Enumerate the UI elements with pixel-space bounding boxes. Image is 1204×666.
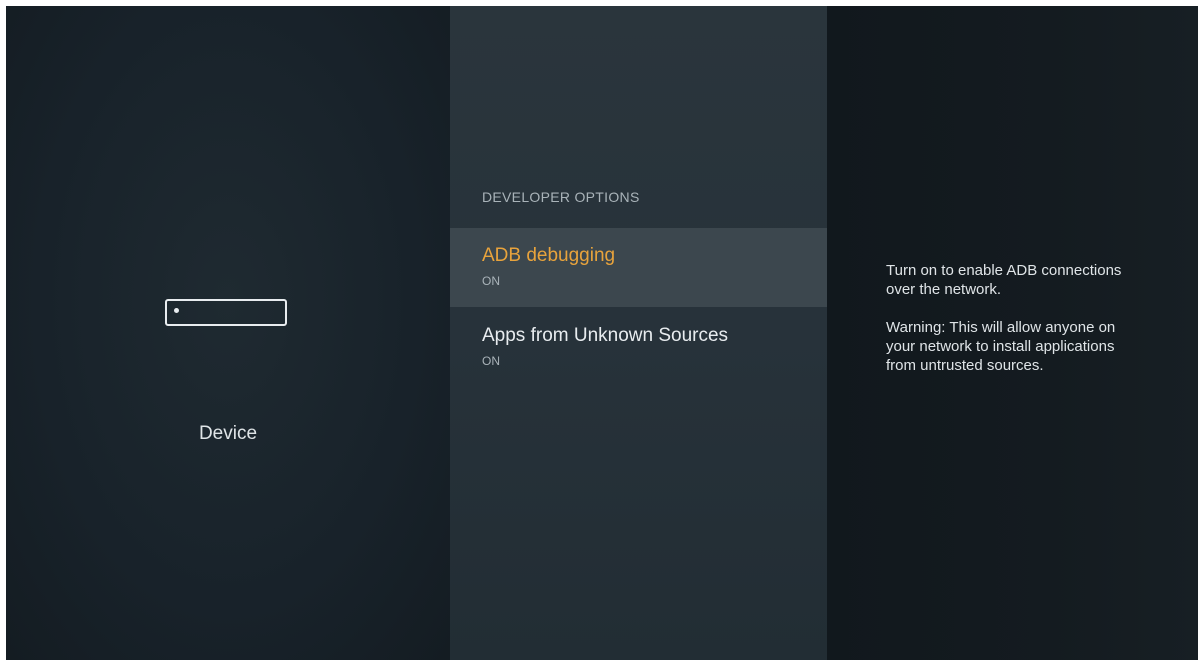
option-description: Turn on to enable ADB connections over t… bbox=[886, 261, 1136, 375]
menu-item-unknown-sources[interactable]: Apps from Unknown Sources ON bbox=[450, 308, 827, 387]
description-panel: Turn on to enable ADB connections over t… bbox=[827, 6, 1198, 660]
menu-item-value: ON bbox=[482, 274, 500, 288]
menu-item-title: Apps from Unknown Sources bbox=[482, 325, 729, 346]
tv-device-icon bbox=[165, 299, 287, 326]
fire-tv-settings-screen: Device DEVELOPER OPTIONS ADB debugging O… bbox=[6, 6, 1198, 660]
menu-item-title: ADB debugging bbox=[482, 245, 616, 266]
options-panel: DEVELOPER OPTIONS ADB debugging ON Apps … bbox=[450, 6, 827, 660]
category-panel: Device bbox=[6, 6, 450, 660]
category-label: Device bbox=[198, 423, 258, 444]
device-indicator-dot bbox=[174, 308, 179, 313]
section-header: DEVELOPER OPTIONS bbox=[482, 189, 640, 205]
menu-item-value: ON bbox=[482, 354, 500, 368]
description-text: Turn on to enable ADB connections over t… bbox=[886, 262, 1122, 298]
warning-text: Warning: This will allow anyone on your … bbox=[886, 319, 1116, 374]
menu-item-adb-debugging[interactable]: ADB debugging ON bbox=[450, 228, 827, 307]
